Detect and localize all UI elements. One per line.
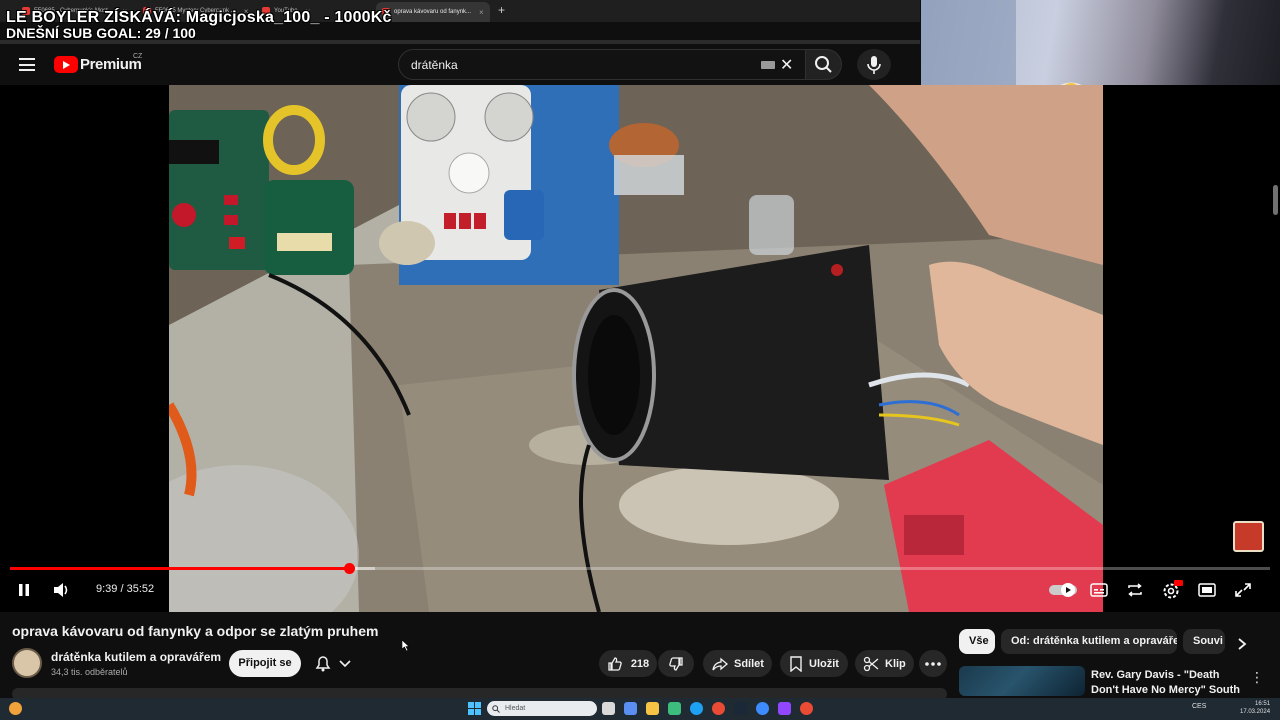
chip-related[interactable]: Souvi <box>1183 629 1225 654</box>
loop-icon[interactable] <box>1126 582 1144 598</box>
channel-watermark-icon[interactable] <box>1233 521 1264 552</box>
windows-start-icon[interactable] <box>468 702 481 715</box>
chrome-browser-icon[interactable] <box>800 702 813 715</box>
recommended-video-thumbnail[interactable] <box>959 666 1085 696</box>
system-clock[interactable]: 16:51 17.03.2024 <box>1240 700 1270 716</box>
video-player[interactable]: 9:39 / 35:52 <box>0 85 1280 612</box>
progress-played <box>10 567 350 570</box>
autoplay-toggle-icon[interactable] <box>1049 583 1077 597</box>
edge-browser-icon[interactable] <box>690 702 703 715</box>
chevron-right-icon[interactable] <box>1236 637 1248 651</box>
clip-label: Klip <box>885 657 906 670</box>
steam-icon[interactable] <box>734 702 747 715</box>
dislike-button[interactable] <box>658 650 694 677</box>
thumbs-down-icon <box>669 656 683 671</box>
subtitles-icon[interactable] <box>1090 582 1108 598</box>
search-input[interactable]: drátěnka <box>411 58 458 72</box>
chip-all[interactable]: Vše <box>959 629 995 654</box>
video-frame[interactable] <box>169 85 1103 612</box>
clear-search-icon[interactable]: ✕ <box>780 55 793 75</box>
bell-icon <box>315 656 351 672</box>
bookmark-icon <box>790 655 802 672</box>
save-label: Uložit <box>809 657 839 670</box>
volume-icon[interactable] <box>52 582 70 598</box>
join-button[interactable]: Připojit se <box>229 650 301 677</box>
thumbs-up-icon <box>608 656 622 671</box>
app-icon[interactable] <box>756 702 769 715</box>
more-horizontal-icon <box>925 661 941 666</box>
widgets-icon[interactable] <box>624 702 637 715</box>
progress-bar[interactable] <box>10 563 1270 574</box>
os-taskbar: Hledat CES 16:51 17.03.2024 <box>0 698 1280 720</box>
clock-date: 17.03.2024 <box>1240 709 1271 715</box>
more-vertical-icon[interactable]: ⋮ <box>1250 669 1264 686</box>
country-code: CZ <box>133 53 143 60</box>
channel-name[interactable]: drátěnka kutilem a opravářem <box>51 650 221 664</box>
stream-sub-goal-text: DNEŠNÍ SUB GOAL: 29 / 100 <box>6 25 196 41</box>
scissors-icon <box>863 656 879 671</box>
search-button[interactable] <box>806 49 842 80</box>
share-arrow-icon <box>712 657 728 670</box>
channel-avatar[interactable] <box>12 648 42 678</box>
video-scene <box>169 85 1103 612</box>
chrome-browser-icon[interactable] <box>712 702 725 715</box>
time-display: 9:39 / 35:52 <box>96 583 155 595</box>
page-scrollbar[interactable] <box>1273 185 1278 215</box>
file-explorer-icon[interactable] <box>646 702 659 715</box>
youtube-logo-icon[interactable] <box>54 56 78 73</box>
new-tab-button[interactable]: + <box>498 3 505 17</box>
theater-mode-icon[interactable] <box>1198 582 1216 598</box>
menu-icon[interactable] <box>19 58 35 71</box>
share-button[interactable]: Sdílet <box>703 650 772 677</box>
save-button[interactable]: Uložit <box>780 650 848 677</box>
tab-label: oprava kávovaru od fanynk... <box>394 9 472 15</box>
search-box[interactable]: drátěnka ✕ <box>398 49 806 80</box>
subscriber-count: 34,3 tis. odběratelů <box>51 667 128 677</box>
twitch-icon[interactable] <box>778 702 791 715</box>
youtube-header: Premium CZ drátěnka ✕ <box>0 44 920 85</box>
more-actions-button[interactable] <box>919 650 947 677</box>
taskbar-search-input[interactable]: Hledat <box>487 701 597 716</box>
voice-search-button[interactable] <box>857 49 891 80</box>
task-view-icon[interactable] <box>602 702 615 715</box>
taskbar-search-icon <box>492 705 500 713</box>
like-count: 218 <box>630 657 650 670</box>
notification-bell-button[interactable] <box>309 650 361 677</box>
keyboard-icon[interactable] <box>761 61 775 69</box>
search-icon <box>815 56 832 73</box>
pause-icon[interactable] <box>16 582 32 598</box>
keyboard-language[interactable]: CES <box>1192 703 1206 710</box>
app-icon[interactable] <box>668 702 681 715</box>
fullscreen-icon[interactable] <box>1234 582 1252 598</box>
chip-from-channel[interactable]: Od: drátěnka kutilem a opravářem <box>1001 629 1177 654</box>
like-button[interactable]: 218 <box>599 650 657 677</box>
close-tab-icon[interactable]: × <box>479 8 484 17</box>
browser-tab-active[interactable]: oprava kávovaru od fanynk... × <box>376 2 490 22</box>
share-label: Sdílet <box>734 657 764 670</box>
weather-icon[interactable] <box>9 702 22 715</box>
clip-button[interactable]: Klip <box>855 650 914 677</box>
mouse-cursor-icon <box>402 640 410 651</box>
video-title: oprava kávovaru od fanynky a odpor se zl… <box>12 623 379 639</box>
clock-time: 16:51 <box>1255 701 1271 707</box>
settings-gear-icon[interactable] <box>1161 580 1183 600</box>
microphone-icon <box>867 56 881 74</box>
